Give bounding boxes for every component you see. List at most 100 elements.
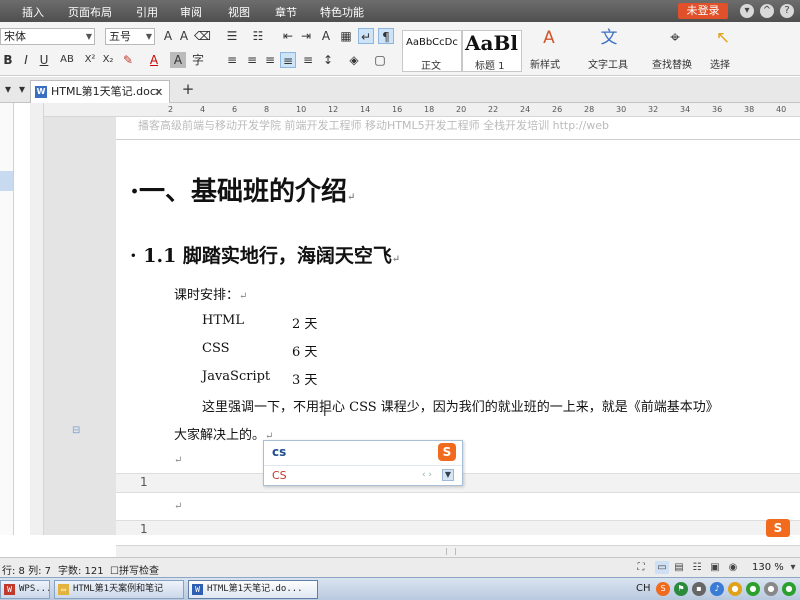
strikethrough-icon[interactable]: AB [56,52,78,68]
increase-indent-icon[interactable]: ⇥ [298,28,314,44]
menu-references[interactable]: 引用 [136,4,158,20]
zoom-menu-icon[interactable]: ▾ [786,561,800,574]
horizontal-ruler[interactable]: 2 4 6 8 10 12 14 16 18 20 22 24 26 28 30 32 34 36 38 40 [44,103,800,117]
ime-expand-icon[interactable]: ▼ [442,469,454,481]
font-name-select[interactable]: 宋体 ▼ [0,28,95,45]
sogou-status-icon[interactable]: S [766,519,790,537]
style-sample-normal: AaBbCcDc [406,37,458,48]
border-icon[interactable]: ▢ [372,52,388,68]
font-size-select[interactable]: 五号 ▼ [105,28,155,45]
tray-network-icon[interactable]: ▪ [692,582,706,596]
ime-candidate-1[interactable]: CS [272,469,287,482]
find-replace-button[interactable]: 查找替换 [652,56,692,71]
heading-1-text: ·一、基础班的介绍 [130,177,348,207]
minimize-ribbon-icon[interactable]: ^ [760,4,774,18]
help-icon[interactable]: ▾ [740,4,754,18]
align-left-icon[interactable]: ≡ [224,52,240,68]
clear-format-icon[interactable]: ⌫ [194,28,211,44]
paragraph-mark-icon[interactable]: ¶ [378,28,394,44]
input-language[interactable]: CH [636,583,651,594]
select-button[interactable]: 选择 [710,56,730,71]
login-button[interactable]: 未登录 [678,3,728,19]
table-icon[interactable]: ▦ [338,28,354,44]
tab-list-icon[interactable]: ▾ [14,81,30,97]
menu-page-layout[interactable]: 页面布局 [68,4,112,20]
style-name-heading1: 标题 1 [475,61,505,72]
decrease-indent-icon[interactable]: ⇤ [280,28,296,44]
bold-icon[interactable]: B [0,52,16,68]
style-heading-1[interactable]: AaBl 标题 1 [462,30,522,72]
fullscreen-icon[interactable]: ⛶ [634,561,648,574]
highlight-icon[interactable]: ✎ [120,52,136,68]
tab-html-notes[interactable]: W HTML第1天笔记.docx × [30,80,170,103]
course-name: CSS [202,341,230,356]
chevron-down-icon: ▼ [145,32,152,41]
ruler-mark: 28 [584,105,595,114]
line-spacing-icon[interactable]: ↕ [320,52,336,68]
taskbar-item-label[interactable]: HTML第1天案例和笔记 [73,584,163,594]
line-number: 1 [140,522,148,536]
superscript-icon[interactable]: X² [82,52,98,68]
page-view-icon[interactable]: ▭ [655,561,669,574]
word-count[interactable]: 字数: 121 [58,562,104,577]
course-name: JavaScript [202,369,271,384]
font-color-icon[interactable]: A [146,52,162,68]
tray-shield-icon[interactable]: ⚑ [674,582,688,596]
tray-app-icon[interactable]: ♪ [710,582,724,596]
shrink-font-icon[interactable]: A [176,28,192,44]
tray-app-icon[interactable]: ● [728,582,742,596]
char-shading-icon[interactable]: A [170,52,186,68]
menu-review[interactable]: 审阅 [180,4,202,20]
align-right-icon[interactable]: ≡ [262,52,278,68]
phonetic-icon[interactable]: 字 [190,52,206,68]
help-circle-icon[interactable]: ? [780,4,794,18]
style-normal[interactable]: AaBbCcDc 正文 [402,30,462,72]
paragraph-handle-icon[interactable]: ⊟ [72,425,80,436]
outline-view-icon[interactable]: ☷ [690,561,704,574]
menu-section[interactable]: 章节 [275,4,297,20]
header-rule [116,139,800,140]
checkbox-icon[interactable]: ☐ [110,566,119,577]
reading-view-icon[interactable]: ▣ [708,561,722,574]
tray-app-icon[interactable]: ● [782,582,796,596]
chinese-layout-icon[interactable]: A [318,28,334,44]
ime-page-nav-icon[interactable]: ‹ › [422,470,432,480]
schedule-row: CSS 6 天 [202,341,317,360]
new-tab-icon[interactable]: + [180,81,196,97]
zoom-level[interactable]: 130 % [752,562,784,573]
ime-candidate-window[interactable]: cs S CS ‹ › ▼ [263,440,463,486]
shading-icon[interactable]: ◈ [346,52,362,68]
web-view-icon[interactable]: ▤ [672,561,686,574]
tray-app-icon[interactable]: ● [764,582,778,596]
nav-selected-item[interactable] [0,171,13,191]
subscript-icon[interactable]: X₂ [100,52,116,68]
eye-protection-icon[interactable]: ◉ [726,561,740,574]
bullet-list-icon[interactable]: ☰ [224,28,240,44]
underline-icon[interactable]: U [36,52,52,68]
menu-view[interactable]: 视图 [228,4,250,20]
justify-icon[interactable]: ≡ [280,52,296,68]
italic-icon[interactable]: I [18,52,34,68]
close-icon[interactable]: × [154,81,163,102]
distribute-icon[interactable]: ≡ [300,52,316,68]
text-cursor-icon: I [323,405,327,419]
scrollbar-thumb[interactable] [446,548,456,555]
taskbar-item-label[interactable]: WPS... [19,584,49,594]
menu-special-features[interactable]: 特色功能 [320,4,364,20]
navigation-pane[interactable] [0,103,14,535]
show-marks-icon[interactable]: ↵ [358,28,374,44]
schedule-label-text: 课时安排： [174,288,240,303]
text-tools-button[interactable]: 文字工具 [588,56,628,71]
page-header-text: 播客高级前端与移动开发学院 前端开发工程师 移动HTML5开发工程师 全栈开发培… [138,119,610,132]
new-style-button[interactable]: 新样式 [530,56,560,71]
numbered-list-icon[interactable]: ☷ [250,28,266,44]
tray-app-icon[interactable]: ● [746,582,760,596]
menu-insert[interactable]: 插入 [22,4,44,20]
taskbar-item-label[interactable]: HTML第1天笔记.do... [207,584,303,594]
sogou-tray-icon[interactable]: S [656,582,670,596]
horizontal-scrollbar[interactable] [116,545,800,557]
ribbon: 宋体 ▼ 五号 ▼ A A ⌫ B I U AB X² X₂ ✎ A A 字 ☰ ☷… [0,22,800,76]
align-center-icon[interactable]: ≡ [244,52,260,68]
grow-font-icon[interactable]: A [160,28,176,44]
schedule-row: JavaScript 3 天 [202,369,317,388]
